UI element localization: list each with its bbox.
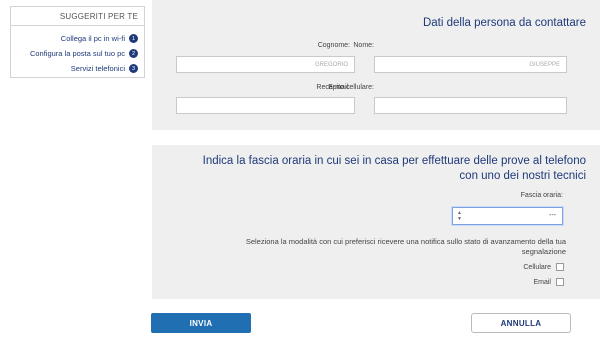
name-field[interactable]: GIUSEPPE: [374, 56, 567, 73]
sidebar-item-label: Collega il pc in wi-fi: [60, 34, 125, 43]
email-field[interactable]: [176, 97, 355, 114]
time-slot-panel: Indica la fascia oraria in cui sei in ca…: [152, 145, 600, 299]
email-checkbox[interactable]: [556, 278, 564, 286]
sidebar-item-label: Configura la posta sul tuo pc: [29, 49, 125, 58]
mobile-label: Cellulare: [523, 263, 551, 271]
email-option-label: Email: [533, 278, 551, 286]
notify-text-line2: segnalazione: [521, 247, 566, 256]
time-slot-label: Fascia oraria:: [520, 192, 563, 199]
time-slot-title-line2: con uno dei nostri tecnici: [459, 170, 586, 182]
contact-title: Dati della persona da contattare: [422, 17, 586, 29]
notify-text-line1: Seleziona la modalità con cui preferisci…: [245, 237, 566, 246]
notify-email-option[interactable]: Email: [533, 278, 564, 286]
number-badge: 3: [129, 64, 138, 73]
time-slot-value: ---: [549, 212, 556, 219]
updown-arrows-icon: ▲ ▼: [457, 210, 462, 222]
number-badge: 2: [129, 49, 138, 58]
sidebar-title: SUGGERITI PER TE: [11, 7, 144, 26]
time-slot-title-line1: Indica la fascia oraria in cui sei in ca…: [202, 155, 586, 167]
sidebar-item-phone-services[interactable]: 3 Servizi telefonici: [71, 64, 138, 73]
email-label: E-mail:: [328, 84, 350, 91]
surname-label: Cognome:: [317, 42, 350, 49]
time-slot-select[interactable]: --- ▲ ▼: [452, 207, 563, 225]
send-button[interactable]: INVIA: [151, 313, 251, 333]
notify-mobile-option[interactable]: Cellulare: [523, 263, 564, 271]
cancel-button[interactable]: ANNULLA: [471, 313, 571, 333]
sidebar-item-wifi[interactable]: 1 Collega il pc in wi-fi: [61, 34, 138, 43]
phone-field[interactable]: [374, 97, 567, 114]
sidebar-item-label: Servizi telefonici: [70, 64, 125, 73]
sidebar-item-mail[interactable]: 2 Configura la posta sul tuo pc: [30, 49, 138, 58]
suggestions-sidebar: SUGGERITI PER TE 1 Collega il pc in wi-f…: [10, 6, 145, 78]
surname-field[interactable]: GREGORIO: [176, 56, 355, 73]
number-badge: 1: [129, 34, 138, 43]
contact-panel: Dati della persona da contattare Nome: G…: [152, 0, 600, 130]
mobile-checkbox[interactable]: [556, 263, 564, 271]
